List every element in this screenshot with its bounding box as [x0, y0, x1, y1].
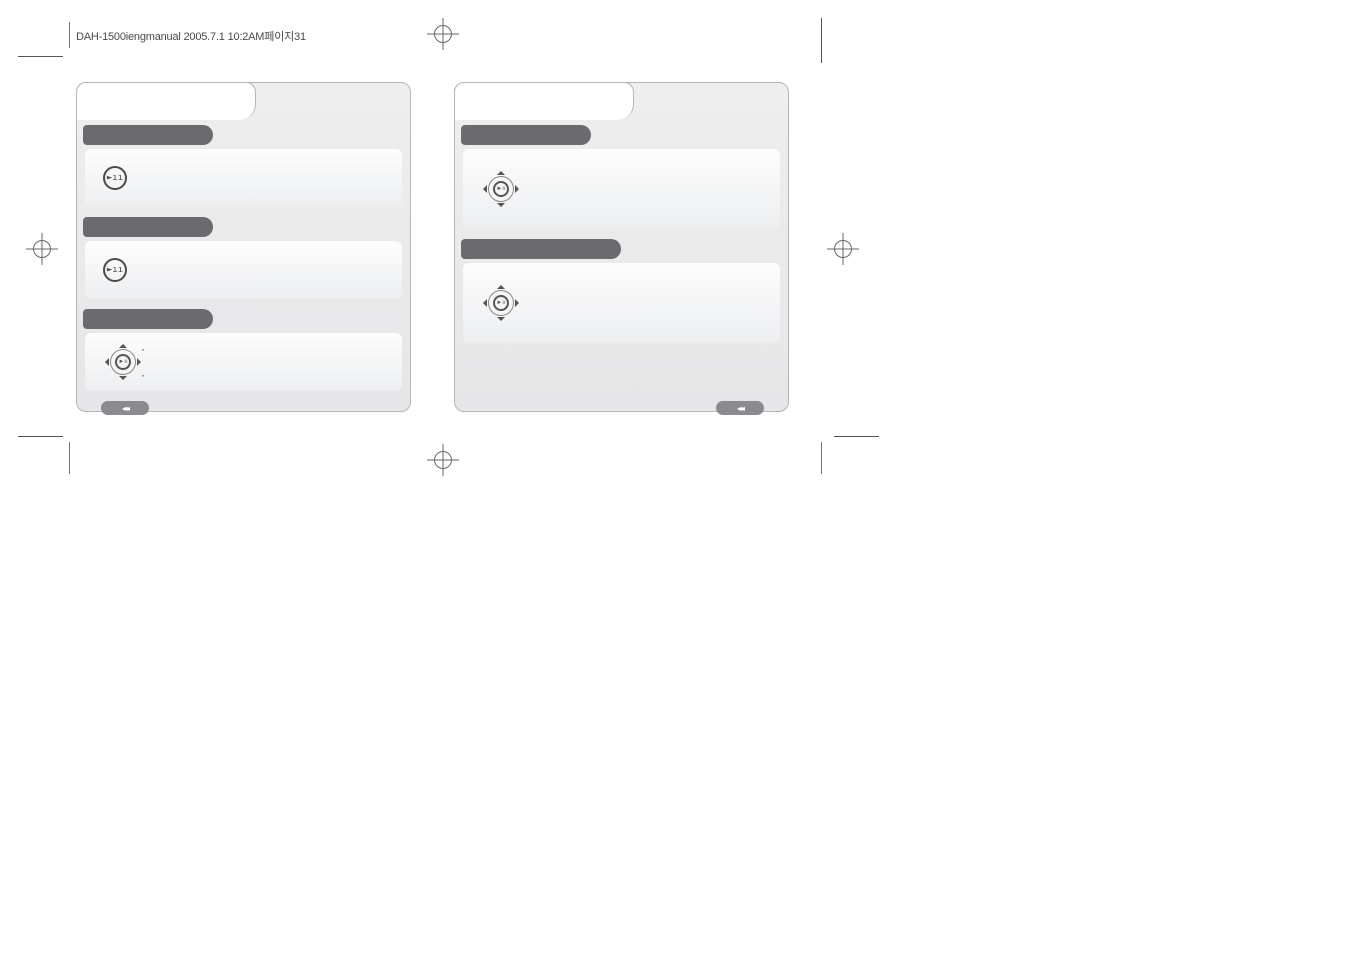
nav-pad-icon: ►ıı: [103, 342, 143, 382]
bullet-list: · ·: [141, 342, 145, 382]
section-header: [461, 239, 621, 259]
registration-mark-icon: [834, 240, 852, 258]
play-pause-icon: ►ıı: [103, 258, 127, 282]
registration-mark-icon: [434, 451, 452, 469]
section-header: [83, 309, 213, 329]
crop-mark: [821, 442, 822, 474]
instruction-card-left: ►ıı ►ıı ►ıı · ·: [76, 82, 411, 412]
card-tab: [76, 82, 256, 120]
rewind-icon: ◂◂◂: [737, 404, 743, 413]
instruction-card-right: ►ıı ►ıı: [454, 82, 789, 412]
document-header-label: DAH-1500iengmanual 2005.7.1 10:2AM페이지31: [76, 28, 306, 44]
crop-mark: [834, 436, 879, 437]
card-tab: [454, 82, 634, 120]
section-body: ►ıı: [463, 149, 780, 229]
registration-mark-icon: [434, 25, 452, 43]
crop-mark: [18, 56, 63, 57]
section-body: ►ıı: [463, 263, 780, 343]
section-header: [461, 125, 591, 145]
page-footer-pill: ◂◂◂: [716, 401, 764, 415]
section-header: [83, 125, 213, 145]
section-body: ►ıı · ·: [85, 333, 402, 391]
section-body: ►ıı: [85, 241, 402, 299]
crop-mark: [821, 18, 822, 63]
play-pause-icon: ►ıı: [103, 166, 127, 190]
rewind-icon: ◂◂◂: [122, 404, 128, 413]
section-body: ►ıı: [85, 149, 402, 207]
crop-mark: [18, 436, 63, 437]
crop-mark: [69, 442, 70, 474]
nav-pad-icon: ►ıı: [481, 283, 521, 323]
nav-pad-icon: ►ıı: [481, 169, 521, 209]
registration-mark-icon: [33, 240, 51, 258]
page-footer-pill: ◂◂◂: [101, 401, 149, 415]
section-header: [83, 217, 213, 237]
header-divider: [69, 22, 70, 48]
